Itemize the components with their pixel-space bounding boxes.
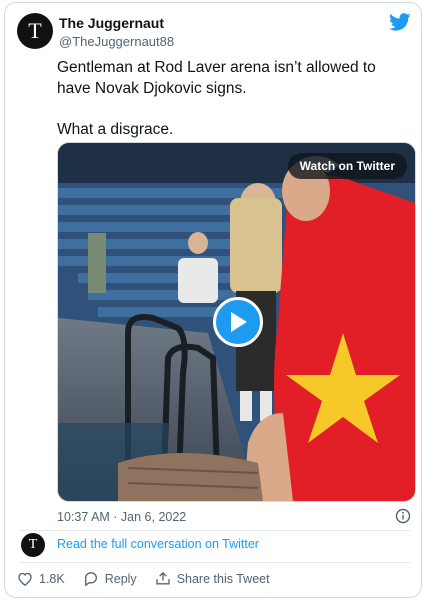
video-thumbnail[interactable]: Watch on Twitter <box>57 142 416 502</box>
divider <box>19 530 411 531</box>
divider <box>19 562 411 563</box>
twitter-bird-icon[interactable] <box>389 11 411 33</box>
share-label: Share this Tweet <box>176 571 270 586</box>
conversation-avatar[interactable]: T <box>21 533 45 557</box>
share-icon <box>156 571 170 585</box>
watch-on-twitter-button[interactable]: Watch on Twitter <box>287 153 407 179</box>
reply-action[interactable]: Reply <box>83 571 137 586</box>
tweet-card: T The Juggernaut @TheJuggernaut88 Gentle… <box>4 2 422 598</box>
info-icon[interactable] <box>395 508 411 524</box>
reply-icon <box>84 572 97 586</box>
share-action[interactable]: Share this Tweet <box>155 571 270 586</box>
play-icon <box>231 312 247 332</box>
conversation-avatar-glyph: T <box>28 537 38 552</box>
heart-icon <box>18 572 32 586</box>
play-button[interactable] <box>213 297 263 347</box>
tweet-line-2: What a disgrace. <box>57 121 174 138</box>
reply-label: Reply <box>104 571 137 586</box>
tweet-actions: 1.8K Reply Share this Tweet <box>17 571 288 586</box>
tweet-line-1: Gentleman at Rod Laver arena isn’t allow… <box>57 59 376 97</box>
like-count: 1.8K <box>39 571 65 586</box>
author-name[interactable]: The Juggernaut <box>59 15 174 31</box>
tweet-timestamp[interactable]: 10:37 AM · Jan 6, 2022 <box>57 510 186 524</box>
like-action[interactable]: 1.8K <box>17 571 65 586</box>
author-handle[interactable]: @TheJuggernaut88 <box>59 34 174 49</box>
tweet-text: Gentleman at Rod Laver arena isn’t allow… <box>57 57 407 140</box>
author-info[interactable]: The Juggernaut @TheJuggernaut88 <box>59 15 174 49</box>
author-avatar[interactable]: T <box>17 13 53 49</box>
read-conversation-link[interactable]: Read the full conversation on Twitter <box>57 537 259 551</box>
avatar-glyph: T <box>28 18 42 43</box>
